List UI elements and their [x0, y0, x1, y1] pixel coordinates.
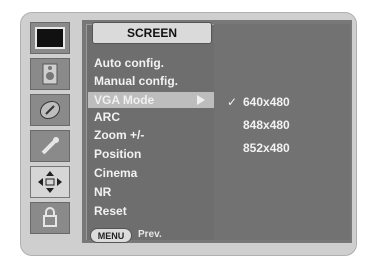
screen-icon[interactable] [30, 166, 70, 198]
option-848x480[interactable]: 848x480 [243, 118, 290, 132]
check-icon: ✓ [227, 95, 238, 109]
menu-item-vga-mode[interactable]: VGA Mode [94, 93, 154, 107]
sound-icon[interactable] [30, 58, 70, 90]
menu-item-manual-config[interactable]: Manual config. [94, 74, 178, 88]
option-640x480[interactable]: 640x480 [243, 95, 290, 109]
menu-item-position[interactable]: Position [94, 147, 141, 161]
option-icon[interactable] [30, 130, 70, 162]
option-852x480[interactable]: 852x480 [243, 141, 290, 155]
menu-item-nr[interactable]: NR [94, 185, 111, 199]
submenu-arrow-icon [197, 95, 205, 105]
menu-title: SCREEN [92, 22, 212, 44]
prev-label: Prev. [138, 229, 162, 240]
category-icon-bar [28, 20, 73, 244]
menu-item-reset[interactable]: Reset [94, 204, 127, 218]
menu-footer: MENU Prev. [90, 228, 210, 244]
menu-item-cinema[interactable]: Cinema [94, 166, 137, 180]
menu-item-highlight[interactable]: VGA Mode [88, 92, 214, 108]
menu-item-arc[interactable]: ARC [94, 110, 120, 124]
picture-icon[interactable] [30, 22, 70, 54]
menu-item-auto-config[interactable]: Auto config. [94, 56, 164, 70]
time-icon[interactable] [30, 94, 70, 126]
lock-icon[interactable] [30, 202, 70, 234]
menu-item-zoom[interactable]: Zoom +/- [94, 128, 144, 142]
menu-button[interactable]: MENU [90, 228, 132, 243]
vga-mode-submenu [214, 24, 350, 240]
